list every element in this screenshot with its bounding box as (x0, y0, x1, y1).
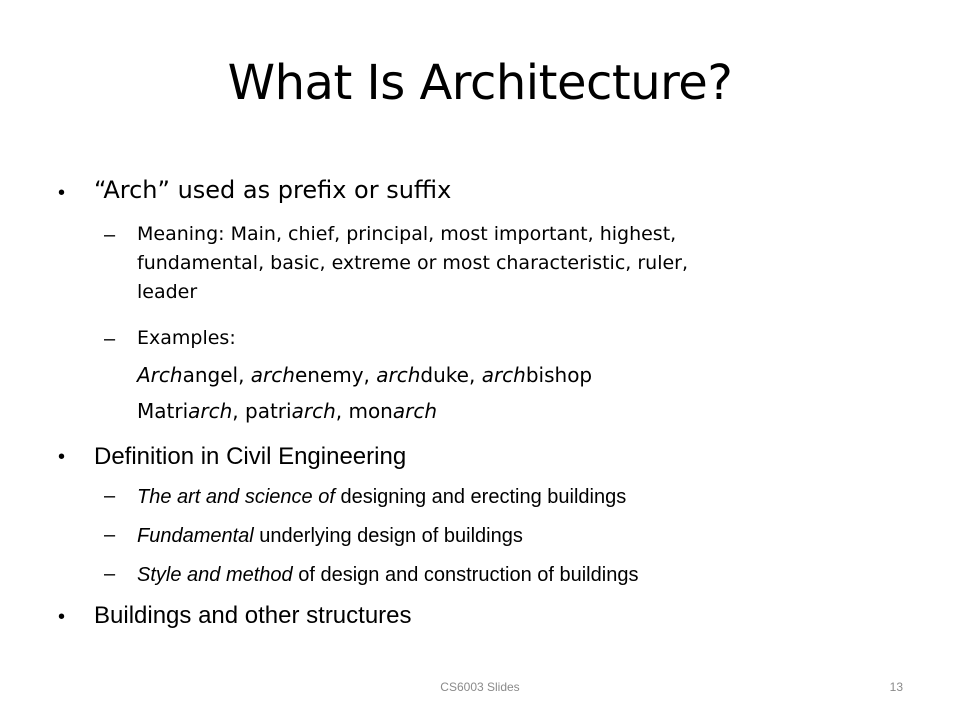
bullet-icon: • (58, 182, 66, 204)
definition-style-method: Style and method of design and construct… (137, 564, 639, 586)
bullet-icon: • (58, 446, 66, 468)
meaning-line-2: fundamental, basic, extreme or most char… (137, 252, 689, 274)
page-number: 13 (889, 680, 903, 694)
bullet-arch-prefix: “Arch” used as prefix or suffix (94, 176, 452, 204)
examples-line-2: Matriarch, patriarch, monarch (137, 399, 438, 423)
definition-fundamental: Fundamental underlying design of buildin… (137, 525, 523, 547)
definition-art-science: The art and science of designing and ere… (137, 486, 627, 508)
bullet-buildings: Buildings and other structures (94, 602, 412, 629)
meaning-line-1: Meaning: Main, chief, principal, most im… (137, 223, 677, 245)
dash-icon: – (104, 524, 116, 546)
dash-icon: – (104, 563, 116, 585)
examples-label: Examples: (137, 327, 236, 349)
dash-icon: – (104, 224, 116, 246)
examples-line-1: Archangel, archenemy, archduke, archbish… (137, 363, 593, 387)
dash-icon: – (104, 328, 116, 350)
dash-icon: – (104, 485, 116, 507)
footer-label: CS6003 Slides (440, 680, 520, 694)
slide: What Is Architecture? • “Arch” used as p… (0, 0, 960, 720)
bullet-icon: • (58, 606, 66, 628)
meaning-line-3: leader (137, 281, 198, 303)
slide-title: What Is Architecture? (227, 55, 733, 111)
bullet-definition: Definition in Civil Engineering (94, 443, 407, 470)
